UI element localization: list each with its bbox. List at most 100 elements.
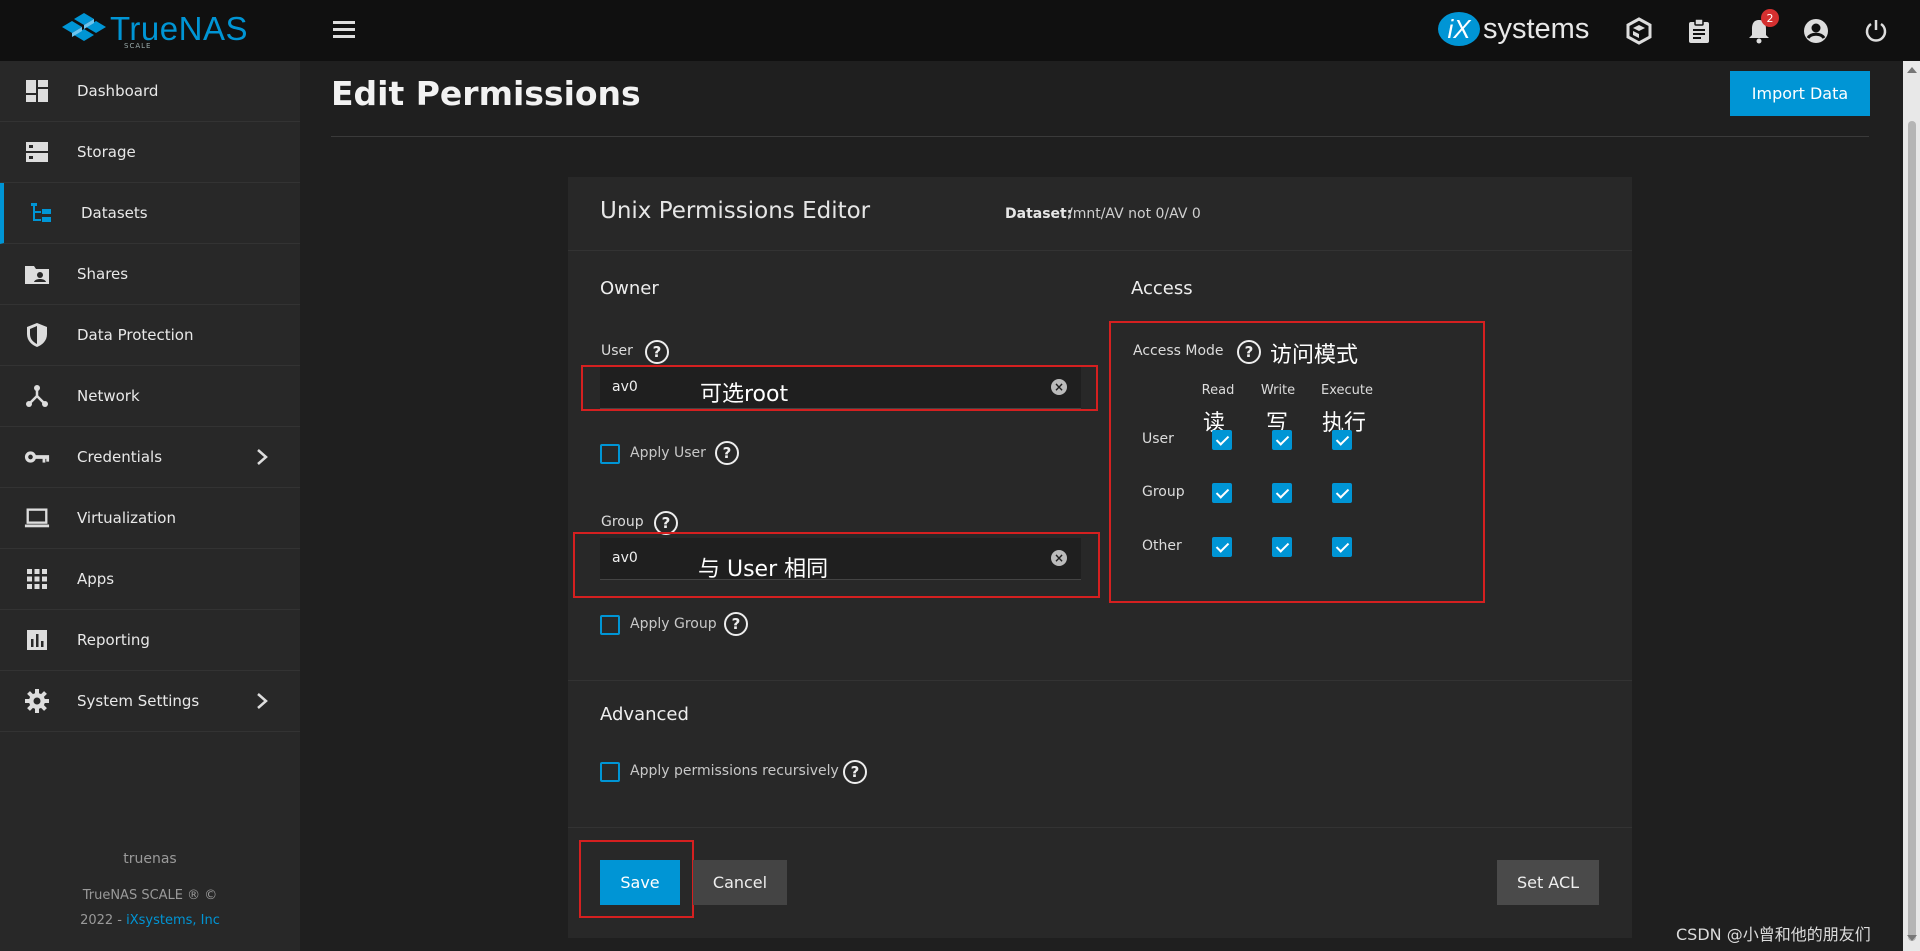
group-read-checkbox[interactable] [1212, 483, 1232, 503]
group-label: Group [601, 514, 644, 530]
group-execute-checkbox[interactable] [1332, 483, 1352, 503]
sidebar-item-label: Shares [77, 265, 129, 283]
sidebar-item-label: Apps [77, 570, 115, 588]
title-divider [331, 136, 1869, 137]
import-data-button[interactable]: Import Data [1730, 71, 1870, 116]
user-label: User [601, 343, 633, 359]
clipboard-icon[interactable] [1685, 17, 1713, 45]
actions-divider [568, 827, 1632, 828]
power-icon[interactable] [1862, 17, 1890, 45]
dataset-label: Dataset: [1005, 206, 1073, 222]
apply-user-checkbox[interactable] [600, 444, 620, 464]
sidebar-item-storage[interactable]: Storage [0, 122, 300, 183]
notifications-bell-icon[interactable]: 2 [1745, 9, 1779, 45]
access-mode-help-icon[interactable]: ? [1237, 340, 1261, 364]
sidebar-item-dashboard[interactable]: Dashboard [0, 61, 300, 122]
truenas-logo[interactable]: TrueNAS SCALE [58, 10, 248, 50]
annotation-box-user [581, 365, 1098, 411]
chevron-right-icon [255, 447, 269, 467]
apps-grid-icon [24, 566, 50, 592]
apply-group-label: Apply Group [630, 616, 717, 632]
laptop-icon [24, 505, 50, 531]
annotation-box-group [573, 532, 1100, 598]
sidebar-item-shares[interactable]: Shares [0, 244, 300, 305]
save-button[interactable]: Save [600, 860, 680, 905]
sidebar-item-datasets[interactable]: Datasets [0, 183, 300, 244]
user-read-checkbox[interactable] [1212, 430, 1232, 450]
sidebar-item-reporting[interactable]: Reporting [0, 610, 300, 671]
scroll-down-icon[interactable] [1907, 935, 1917, 941]
copyright-year-line: 2022 - iXsystems, Inc [0, 913, 300, 928]
col-write-header: Write [1260, 383, 1296, 398]
row-user-label: User [1142, 431, 1174, 447]
storage-icon [24, 139, 50, 165]
copyright-year: 2022 - [80, 913, 127, 928]
copyright-line: TrueNAS SCALE ® © [82, 888, 218, 903]
set-acl-button[interactable]: Set ACL [1497, 860, 1599, 905]
shares-icon [24, 261, 50, 287]
reporting-icon [24, 627, 50, 653]
sidebar-item-virtualization[interactable]: Virtualization [0, 488, 300, 549]
page-scrollbar[interactable] [1903, 61, 1920, 951]
sidebar-item-label: Storage [77, 143, 136, 161]
network-icon [24, 383, 50, 409]
sidebar-item-label: Credentials [77, 448, 163, 466]
datasets-icon [28, 200, 54, 226]
ixsystems-logo[interactable]: iX systems [1438, 12, 1589, 46]
sidebar: Dashboard Storage Datasets Shares Data P… [0, 61, 300, 951]
truecommand-icon[interactable] [1625, 17, 1653, 45]
group-write-checkbox[interactable] [1272, 483, 1292, 503]
ixsystems-link[interactable]: iXsystems, Inc [126, 913, 220, 928]
shield-icon [24, 322, 50, 348]
access-mode-label: Access Mode [1133, 343, 1224, 359]
page-title: Edit Permissions [331, 74, 641, 113]
notification-count-badge: 2 [1761, 9, 1779, 27]
apply-recursively-label: Apply permissions recursively [630, 763, 839, 779]
other-execute-checkbox[interactable] [1332, 537, 1352, 557]
app-edition: SCALE [124, 42, 152, 50]
menu-toggle-icon[interactable] [333, 21, 355, 39]
dashboard-icon [24, 78, 50, 104]
sidebar-item-data-protection[interactable]: Data Protection [0, 305, 300, 366]
advanced-section-title: Advanced [600, 704, 689, 725]
gear-icon [24, 688, 50, 714]
card-header-divider [568, 250, 1632, 251]
watermark: CSDN @小曾和他的朋友们 [1676, 925, 1871, 944]
editor-title: Unix Permissions Editor [600, 198, 871, 224]
ix-mark: iX [1438, 12, 1480, 46]
chevron-right-icon [255, 691, 269, 711]
apply-group-checkbox[interactable] [600, 615, 620, 635]
key-icon [24, 444, 50, 470]
recursive-help-icon[interactable]: ? [843, 760, 867, 784]
advanced-divider [568, 680, 1632, 681]
apply-recursively-checkbox[interactable] [600, 762, 620, 782]
account-icon[interactable] [1802, 17, 1830, 45]
sidebar-item-credentials[interactable]: Credentials [0, 427, 300, 488]
sidebar-item-label: Virtualization [77, 509, 176, 527]
sidebar-item-apps[interactable]: Apps [0, 549, 300, 610]
other-write-checkbox[interactable] [1272, 537, 1292, 557]
scroll-up-icon[interactable] [1907, 67, 1917, 73]
col-execute-header: Execute [1321, 383, 1373, 398]
hostname: truenas [123, 851, 177, 867]
annotation-group-note: 与 User 相同 [698, 557, 829, 582]
vendor-name: systems [1483, 12, 1590, 45]
sidebar-item-label: Network [77, 387, 140, 405]
user-execute-checkbox[interactable] [1332, 430, 1352, 450]
scrollbar-thumb[interactable] [1908, 121, 1916, 941]
sidebar-item-label: Datasets [81, 204, 148, 222]
sidebar-item-system-settings[interactable]: System Settings [0, 671, 300, 732]
user-help-icon[interactable]: ? [645, 340, 669, 364]
access-section-title: Access [1131, 278, 1193, 299]
sidebar-item-label: Data Protection [77, 326, 194, 344]
sidebar-item-network[interactable]: Network [0, 366, 300, 427]
cancel-button[interactable]: Cancel [693, 860, 787, 905]
sidebar-item-label: Reporting [77, 631, 150, 649]
truenas-logo-icon [62, 13, 106, 41]
dataset-path: /mnt/AV not 0/AV 0 [1068, 206, 1201, 222]
sidebar-item-label: System Settings [77, 692, 200, 710]
apply-user-help-icon[interactable]: ? [715, 441, 739, 465]
apply-group-help-icon[interactable]: ? [724, 612, 748, 636]
user-write-checkbox[interactable] [1272, 430, 1292, 450]
other-read-checkbox[interactable] [1212, 537, 1232, 557]
